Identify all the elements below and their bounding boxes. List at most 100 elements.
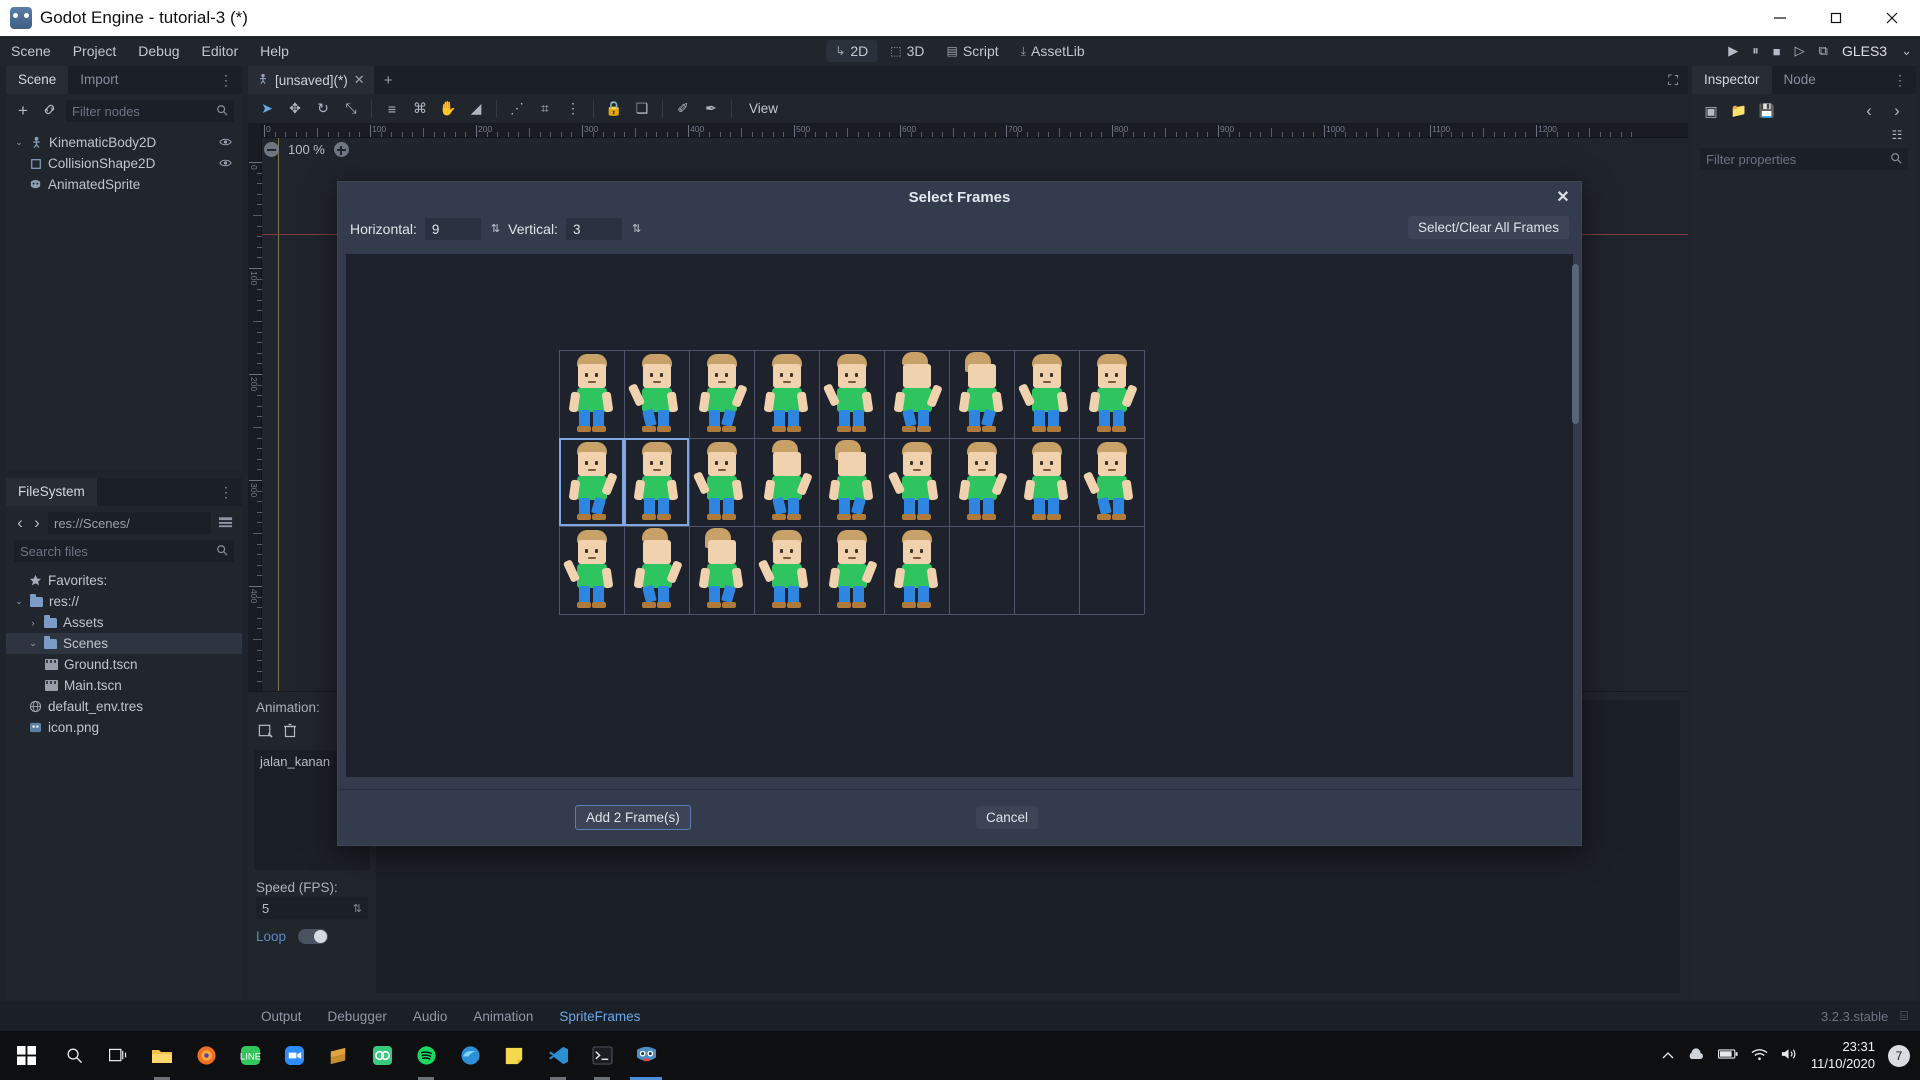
- sprite-sheet-cell[interactable]: [754, 526, 819, 614]
- loop-toggle[interactable]: [298, 929, 329, 944]
- chevron-down-icon[interactable]: ⌄: [14, 596, 24, 607]
- zoom-out-icon[interactable]: [264, 142, 279, 157]
- scene-node-collisionshape2d[interactable]: CollisionShape2D: [6, 153, 242, 174]
- scene-dock-menu-icon[interactable]: ⋮: [219, 72, 234, 89]
- history-forward-icon[interactable]: ›: [1888, 101, 1906, 121]
- play-icon[interactable]: ▶: [1728, 43, 1738, 59]
- taskbar-app-vs-code[interactable]: [536, 1031, 580, 1080]
- add-animation-icon[interactable]: [258, 723, 273, 742]
- sprite-sheet-cell[interactable]: [754, 350, 819, 438]
- taskbar-app-firefox[interactable]: [184, 1031, 228, 1080]
- scene-node-animatedsprite[interactable]: AnimatedSprite: [6, 174, 242, 195]
- visibility-icon[interactable]: [219, 136, 232, 150]
- select-clear-all-frames-button[interactable]: Select/Clear All Frames: [1407, 216, 1569, 239]
- load-resource-icon[interactable]: 📁: [1730, 103, 1748, 119]
- chevron-down-icon[interactable]: ⌄: [1901, 43, 1912, 59]
- sprite-sheet-cell[interactable]: [884, 526, 949, 614]
- grid-snap-icon[interactable]: ⌗: [532, 97, 558, 121]
- filesystem-item-res[interactable]: ⌄ res://: [6, 591, 242, 612]
- menu-editor[interactable]: Editor: [191, 36, 250, 66]
- stop-icon[interactable]: ■: [1773, 44, 1781, 59]
- add-node-icon[interactable]: +: [14, 101, 32, 121]
- filesystem-item-main-tscn[interactable]: Main.tscn: [6, 675, 242, 696]
- scale-tool-icon[interactable]: ⤡: [338, 97, 364, 121]
- sprite-sheet-cell[interactable]: [819, 438, 884, 526]
- minimize-button[interactable]: [1752, 0, 1808, 36]
- sprite-sheet-cell[interactable]: [754, 438, 819, 526]
- sprite-sheet-cell[interactable]: [949, 350, 1014, 438]
- scene-tab-unsaved[interactable]: [unsaved](*) ✕: [248, 66, 374, 94]
- filesystem-dock-menu-icon[interactable]: ⋮: [219, 484, 234, 501]
- chevron-down-icon[interactable]: ⌄: [14, 137, 24, 148]
- sprite-sheet-cell[interactable]: [1014, 438, 1079, 526]
- list-tool-icon[interactable]: ≡: [379, 97, 405, 121]
- snap-options-icon[interactable]: ⋮: [560, 97, 586, 121]
- bottom-tab-spriteframes[interactable]: SpriteFrames: [546, 1009, 653, 1024]
- taskbar-app-obs-studio[interactable]: [360, 1031, 404, 1080]
- tab-import[interactable]: Import: [68, 66, 130, 94]
- taskbar-app-terminal[interactable]: [580, 1031, 624, 1080]
- scene-node-kinematicbody2d[interactable]: ⌄ KinematicBody2D: [6, 132, 242, 153]
- sprite-sheet-cell[interactable]: [1014, 350, 1079, 438]
- add-frames-button[interactable]: Add 2 Frame(s): [575, 805, 691, 830]
- spinner-icon[interactable]: ⇅: [353, 902, 362, 915]
- taskbar-app-godot-engine[interactable]: [624, 1031, 668, 1080]
- visibility-icon[interactable]: [219, 157, 232, 171]
- taskbar-app-line[interactable]: LINE: [228, 1031, 272, 1080]
- chevron-up-icon[interactable]: [1662, 1049, 1674, 1063]
- taskbar-app-sticky-notes[interactable]: [492, 1031, 536, 1080]
- search-files-input[interactable]: Search files: [14, 540, 234, 562]
- dialog-scrollbar[interactable]: [1572, 264, 1579, 424]
- chevron-down-icon[interactable]: ⌄: [28, 638, 38, 649]
- close-icon[interactable]: ✕: [354, 72, 365, 88]
- volume-icon[interactable]: [1781, 1047, 1798, 1064]
- filesystem-item-assets[interactable]: › Assets: [6, 612, 242, 633]
- vertical-spinner-icon[interactable]: ⇅: [632, 223, 641, 235]
- bottom-tab-audio[interactable]: Audio: [400, 1009, 461, 1024]
- layout-grid-icon[interactable]: ⌸: [1900, 1008, 1908, 1024]
- sprite-sheet-cell[interactable]: [624, 350, 689, 438]
- close-icon[interactable]: ✕: [1553, 187, 1573, 207]
- add-scene-tab-button[interactable]: +: [374, 72, 403, 89]
- play-custom-scene-icon[interactable]: ⧉: [1819, 43, 1828, 59]
- filesystem-item-ground-tscn[interactable]: Ground.tscn: [6, 654, 242, 675]
- select-tool-icon[interactable]: ➤: [254, 97, 280, 121]
- menu-debug[interactable]: Debug: [127, 36, 190, 66]
- close-button[interactable]: [1864, 0, 1920, 36]
- taskbar-app-microsoft-edge[interactable]: [448, 1031, 492, 1080]
- sprite-sheet-cell[interactable]: [689, 438, 754, 526]
- maximize-button[interactable]: [1808, 0, 1864, 36]
- pan-tool-icon[interactable]: ✋: [435, 97, 461, 121]
- link-icon[interactable]: [40, 102, 58, 120]
- trash-icon[interactable]: [283, 723, 297, 742]
- sprite-sheet-cell[interactable]: [1079, 438, 1144, 526]
- bottom-tab-animation[interactable]: Animation: [460, 1009, 546, 1024]
- nav-forward-icon[interactable]: ›: [31, 513, 43, 533]
- taskbar-clock[interactable]: 23:31 11/10/2020: [1811, 1039, 1875, 1072]
- object-history-icon[interactable]: ☷: [1888, 128, 1906, 142]
- group-icon[interactable]: ❑: [629, 97, 655, 121]
- pause-icon[interactable]: ⏸: [1752, 43, 1759, 59]
- menu-scene[interactable]: Scene: [0, 36, 62, 66]
- selected-frame-cell[interactable]: [559, 438, 624, 526]
- notification-badge[interactable]: 7: [1888, 1044, 1910, 1067]
- save-resource-icon[interactable]: 💾: [1758, 103, 1776, 119]
- rotate-tool-icon[interactable]: ↻: [310, 97, 336, 121]
- taskbar-app-file-explorer[interactable]: [140, 1031, 184, 1080]
- taskbar-app-zoom-meeting[interactable]: [272, 1031, 316, 1080]
- view-menu-button[interactable]: View: [739, 101, 788, 116]
- tab-3d[interactable]: ⬚ 3D: [881, 40, 933, 62]
- sprite-sheet-view[interactable]: [346, 254, 1573, 777]
- history-back-icon[interactable]: ‹: [1860, 101, 1878, 121]
- vertical-input[interactable]: 3: [565, 218, 622, 240]
- taskbar-app-sublime-text[interactable]: [316, 1031, 360, 1080]
- speed-input[interactable]: 5 ⇅: [256, 897, 368, 919]
- sprite-sheet-cell[interactable]: [624, 526, 689, 614]
- tab-script[interactable]: ▤ Script: [938, 40, 1008, 62]
- battery-icon[interactable]: [1717, 1048, 1738, 1063]
- tab-node[interactable]: Node: [1772, 66, 1828, 94]
- move-tool-icon[interactable]: ✥: [282, 97, 308, 121]
- filter-nodes-input[interactable]: Filter nodes: [66, 100, 234, 122]
- filesystem-item-scenes[interactable]: ⌄ Scenes: [6, 633, 242, 654]
- sprite-sheet-cell[interactable]: [949, 438, 1014, 526]
